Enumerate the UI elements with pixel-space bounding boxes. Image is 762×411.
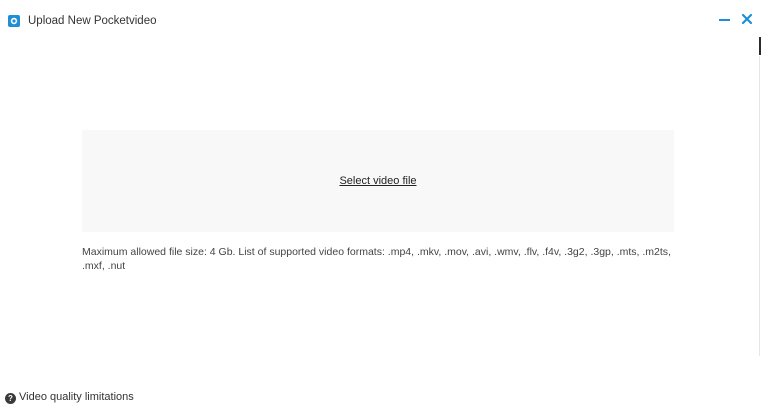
video-drop-zone[interactable]: Select video file — [82, 130, 674, 232]
close-button[interactable] — [740, 12, 754, 26]
minimize-icon — [719, 19, 730, 21]
select-video-file-link[interactable]: Select video file — [82, 175, 674, 187]
question-circle-icon: ? — [5, 393, 16, 404]
close-icon — [741, 13, 753, 25]
minimize-button[interactable] — [718, 12, 732, 26]
scrollbar-track[interactable] — [759, 56, 760, 356]
pocketvideo-logo-icon — [8, 14, 20, 27]
title-bar: Upload New Pocketvideo — [0, 0, 762, 40]
window-title: Upload New Pocketvideo — [28, 15, 157, 27]
video-quality-limitations-label: Video quality limitations — [19, 391, 134, 403]
scrollbar-thumb[interactable] — [759, 37, 761, 55]
supported-formats-text: Maximum allowed file size: 4 Gb. List of… — [82, 246, 671, 272]
video-quality-limitations-link[interactable]: ? Video quality limitations — [5, 390, 134, 404]
